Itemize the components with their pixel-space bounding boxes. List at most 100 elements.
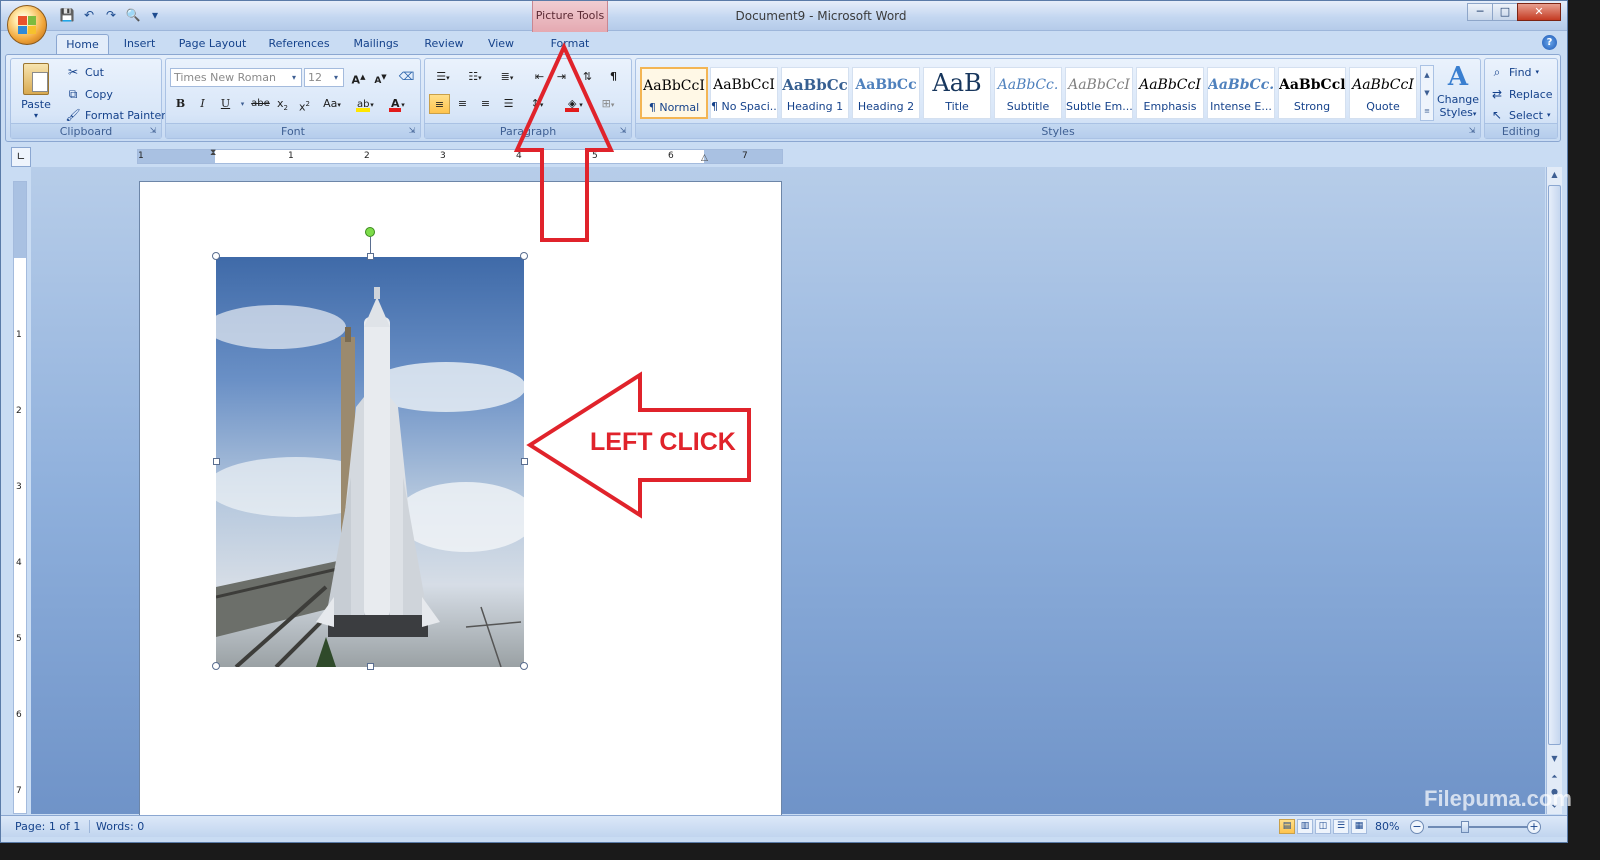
rocket-picture[interactable] [216, 257, 524, 667]
zoom-out-icon[interactable]: − [1410, 820, 1424, 834]
styles-launcher-icon[interactable]: ⇲ [1467, 126, 1477, 136]
style-strong[interactable]: AaBbCcl Strong [1278, 67, 1346, 119]
clear-formatting-button[interactable]: ⌫ [396, 67, 417, 87]
resize-handle-tl[interactable] [212, 252, 220, 260]
resize-handle-bl[interactable] [212, 662, 220, 670]
resize-handle-br[interactable] [520, 662, 528, 670]
zoom-in-icon[interactable]: + [1527, 820, 1541, 834]
right-indent-icon[interactable]: △ [701, 153, 708, 163]
italic-button[interactable]: I [192, 94, 213, 114]
office-button[interactable] [7, 5, 47, 45]
style-heading-1[interactable]: AaBbCc Heading 1 [781, 67, 849, 119]
tab-view[interactable]: View [482, 34, 520, 55]
previous-page-icon[interactable]: ⏶ [1547, 769, 1562, 784]
undo-icon[interactable]: ↶ [81, 8, 97, 23]
font-size-dropdown-icon[interactable]: ▾ [330, 70, 342, 85]
font-launcher-icon[interactable]: ⇲ [407, 126, 417, 136]
format-painter-button[interactable]: 🖌 Format Painter [65, 105, 165, 125]
tab-insert[interactable]: Insert [117, 34, 162, 55]
highlight-color-button[interactable]: ab▾ [352, 94, 378, 114]
qat-customize-icon[interactable]: ▾ [147, 8, 163, 23]
resize-handle-r[interactable] [521, 458, 528, 465]
zoom-slider-thumb[interactable] [1461, 821, 1469, 833]
numbering-button[interactable]: ☷▾ [461, 67, 489, 87]
scroll-thumb[interactable] [1548, 185, 1561, 745]
select-button[interactable]: ↖ Select ▾ [1489, 105, 1550, 125]
paste-button[interactable]: Paste ▾ [17, 61, 55, 123]
tab-home[interactable]: Home [56, 34, 109, 55]
resize-handle-tr[interactable] [520, 252, 528, 260]
tab-format[interactable]: Format [542, 34, 598, 55]
tab-selector[interactable]: ∟ [11, 147, 31, 167]
subscript-button[interactable]: x2 [272, 94, 293, 114]
style-title[interactable]: AaB Title [923, 67, 991, 119]
indent-marker-icon[interactable]: ⧗ [210, 148, 216, 158]
shrink-font-button[interactable]: A▼ [370, 67, 391, 87]
font-name-dropdown-icon[interactable]: ▾ [288, 70, 300, 85]
change-case-button[interactable]: Aa▾ [318, 94, 346, 114]
tab-page-layout[interactable]: Page Layout [175, 34, 250, 55]
draft-view-icon[interactable]: ▦ [1351, 819, 1367, 834]
style-subtle-emphasis[interactable]: AaBbCcI Subtle Em... [1065, 67, 1133, 119]
show-hide-button[interactable]: ¶ [603, 67, 624, 87]
outline-view-icon[interactable]: ☰ [1333, 819, 1349, 834]
web-layout-icon[interactable]: ◫ [1315, 819, 1331, 834]
font-color-button[interactable]: A ▾ [384, 94, 410, 114]
styles-gallery-scroll[interactable]: ▲ ▼ ≡ [1420, 65, 1434, 121]
scroll-up-icon[interactable]: ▲ [1547, 167, 1562, 182]
word-count[interactable]: Words: 0 [89, 820, 144, 833]
rotation-handle[interactable] [365, 227, 375, 237]
page-count[interactable]: Page: 1 of 1 [15, 820, 80, 833]
maximize-button[interactable]: □ [1492, 3, 1518, 21]
resize-handle-b[interactable] [367, 663, 374, 670]
style-emphasis[interactable]: AaBbCcI Emphasis [1136, 67, 1204, 119]
decrease-indent-button[interactable]: ⇤ [529, 67, 550, 87]
style-quote[interactable]: AaBbCcI Quote [1349, 67, 1417, 119]
copy-button[interactable]: ⧉ Copy [65, 84, 113, 104]
change-styles-button[interactable]: A Change Styles▾ [1436, 61, 1480, 125]
redo-icon[interactable]: ↷ [103, 8, 119, 23]
save-icon[interactable]: 💾 [59, 8, 75, 23]
replace-button[interactable]: ⇄ Replace [1489, 84, 1553, 104]
print-layout-view-icon[interactable]: ▤ [1279, 819, 1295, 834]
resize-handle-l[interactable] [213, 458, 220, 465]
paste-dropdown-icon[interactable]: ▾ [17, 111, 55, 120]
align-center-button[interactable]: ≡ [452, 94, 473, 114]
superscript-button[interactable]: x2 [294, 94, 315, 114]
style-intense-emphasis[interactable]: AaBbCc. Intense E... [1207, 67, 1275, 119]
minimize-button[interactable]: ─ [1467, 3, 1493, 21]
tab-references[interactable]: References [263, 34, 335, 55]
align-right-button[interactable]: ≡ [475, 94, 496, 114]
close-button[interactable]: ✕ [1517, 3, 1561, 21]
multilevel-list-button[interactable]: ≣▾ [493, 67, 521, 87]
bold-button[interactable]: B [170, 94, 191, 114]
resize-handle-t[interactable] [367, 253, 374, 260]
paragraph-launcher-icon[interactable]: ⇲ [618, 126, 628, 136]
vertical-ruler[interactable]: 1 2 3 4 5 6 7 [13, 181, 27, 814]
clipboard-launcher-icon[interactable]: ⇲ [148, 126, 158, 136]
full-screen-reading-icon[interactable]: ▥ [1297, 819, 1313, 834]
line-spacing-button[interactable]: ↕▾ [523, 94, 551, 114]
scroll-down-icon[interactable]: ▼ [1547, 751, 1562, 766]
bullets-button[interactable]: ☰▾ [429, 67, 457, 87]
align-left-button[interactable]: ≡ [429, 94, 450, 114]
font-size-combo[interactable]: 12 ▾ [304, 68, 344, 87]
print-preview-icon[interactable]: 🔍 [125, 8, 141, 23]
cut-button[interactable]: ✂ Cut [65, 62, 104, 82]
find-button[interactable]: ⌕ Find ▾ [1489, 62, 1539, 82]
vertical-scrollbar[interactable]: ▲ ▼ ⏶ ● ⏷ [1546, 167, 1562, 814]
style-heading-2[interactable]: AaBbCc Heading 2 [852, 67, 920, 119]
horizontal-ruler[interactable]: 1 1 2 3 4 5 6 7 ⧗ △ [137, 148, 783, 164]
sort-button[interactable]: ⇅ [577, 67, 598, 87]
style-no-spacing[interactable]: AaBbCcI ¶ No Spaci... [710, 67, 778, 119]
style-normal[interactable]: AaBbCcI ¶ Normal [640, 67, 708, 119]
tab-review[interactable]: Review [419, 34, 469, 55]
help-icon[interactable]: ? [1542, 35, 1557, 50]
font-name-combo[interactable]: Times New Roman ▾ [170, 68, 302, 87]
shading-button[interactable]: ◈ ▾ [559, 94, 589, 114]
zoom-slider[interactable] [1428, 826, 1528, 828]
strikethrough-button[interactable]: abe [250, 94, 271, 114]
increase-indent-button[interactable]: ⇥ [551, 67, 572, 87]
justify-button[interactable]: ☰ [498, 94, 519, 114]
style-subtitle[interactable]: AaBbCc. Subtitle [994, 67, 1062, 119]
